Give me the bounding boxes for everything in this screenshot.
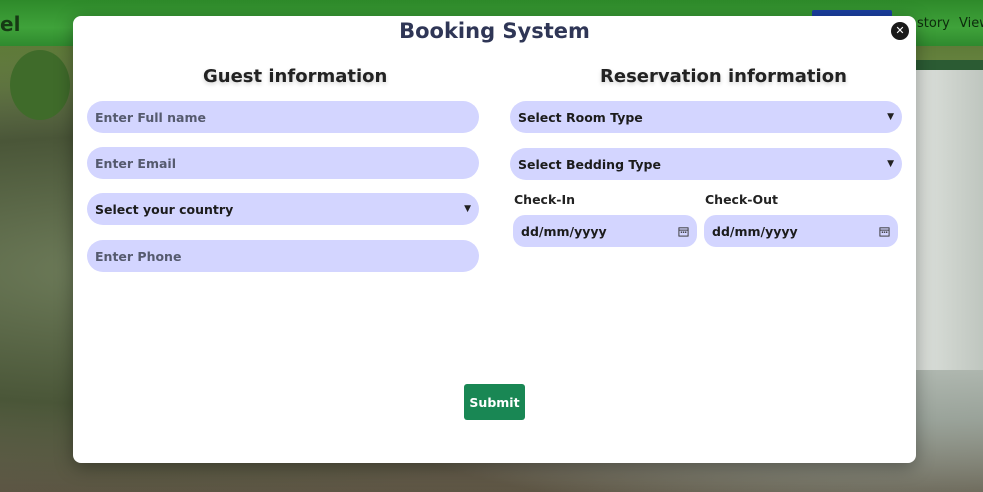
bedding-type-select-value: Select Bedding Type — [518, 156, 661, 172]
modal-title: Booking System — [399, 19, 590, 43]
booking-modal: Booking System ✕ Guest information Enter… — [73, 16, 916, 463]
phone-placeholder: Enter Phone — [95, 248, 182, 264]
phone-input[interactable]: Enter Phone — [87, 240, 479, 272]
guest-information-title: Guest information — [203, 66, 388, 87]
close-icon[interactable]: ✕ — [891, 22, 909, 40]
background-building — [913, 70, 983, 370]
checkin-date-value: dd/mm/yyyy — [521, 223, 607, 239]
calendar-icon[interactable] — [879, 226, 890, 237]
calendar-icon[interactable] — [678, 226, 689, 237]
chevron-down-icon: ▼ — [464, 204, 471, 214]
checkin-date-input[interactable]: dd/mm/yyyy — [513, 215, 697, 247]
chevron-down-icon: ▼ — [887, 159, 894, 169]
room-type-select[interactable]: Select Room Type ▼ — [510, 101, 902, 133]
email-input[interactable]: Enter Email — [87, 147, 479, 179]
country-select-value: Select your country — [95, 201, 234, 217]
bedding-type-select[interactable]: Select Bedding Type ▼ — [510, 148, 902, 180]
background-nav-link-story[interactable]: story — [917, 16, 950, 31]
room-type-select-value: Select Room Type — [518, 109, 643, 125]
checkout-date-input[interactable]: dd/mm/yyyy — [704, 215, 898, 247]
full-name-placeholder: Enter Full name — [95, 109, 206, 125]
background-nav-link-view[interactable]: View — [959, 16, 983, 31]
background-logo: el — [0, 12, 21, 36]
reservation-information-title: Reservation information — [600, 66, 847, 87]
email-placeholder: Enter Email — [95, 155, 176, 171]
country-select[interactable]: Select your country ▼ — [87, 193, 479, 225]
checkin-label: Check-In — [514, 192, 576, 207]
chevron-down-icon: ▼ — [887, 112, 894, 122]
checkout-label: Check-Out — [705, 192, 778, 207]
submit-button[interactable]: Submit — [464, 384, 525, 420]
background-tree — [10, 50, 70, 120]
checkout-date-value: dd/mm/yyyy — [712, 223, 798, 239]
full-name-input[interactable]: Enter Full name — [87, 101, 479, 133]
